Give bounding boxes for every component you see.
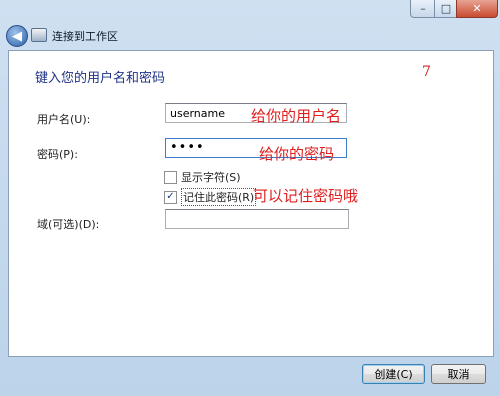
show-characters-label: 显示字符(S)	[181, 171, 241, 184]
back-button[interactable]: ◀	[6, 25, 28, 47]
annotation-password: 给你的密码	[259, 145, 335, 163]
minimize-button[interactable]: –	[410, 0, 436, 18]
remember-password-box[interactable]: ✓	[164, 190, 177, 204]
title-bar: – □ ✕	[0, 0, 500, 20]
annotation-step-number: 7	[422, 64, 431, 80]
cancel-button[interactable]: 取消	[431, 364, 486, 384]
annotation-username: 给你的用户名	[251, 107, 342, 125]
window-title: 连接到工作区	[52, 30, 118, 43]
username-label: 用户名(U):	[37, 113, 91, 126]
annotation-remember: 可以记住密码哦	[253, 187, 359, 205]
maximize-button[interactable]: □	[434, 0, 458, 18]
domain-label: 域(可选)(D):	[37, 218, 100, 231]
dialog-content: 键入您的用户名和密码 7 用户名(U): 给你的用户名 密码(P): 给你的密码…	[8, 50, 494, 357]
close-button[interactable]: ✕	[456, 0, 498, 18]
show-characters-checkbox[interactable]: 显示字符(S)	[164, 169, 241, 185]
domain-field[interactable]	[165, 209, 349, 229]
workplace-network-icon	[31, 28, 47, 42]
show-characters-box[interactable]	[164, 170, 177, 184]
page-title: 键入您的用户名和密码	[35, 71, 166, 86]
remember-password-label: 记住此密码(R)	[181, 188, 257, 206]
password-label: 密码(P):	[37, 148, 78, 161]
remember-password-checkbox[interactable]: ✓ 记住此密码(R)	[164, 188, 257, 206]
checkmark-icon: ✓	[166, 191, 175, 202]
window-frame: – □ ✕ ◀ 连接到工作区 键入您的用户名和密码 7 用户名(U): 给你的用…	[0, 0, 500, 396]
navigation-bar: ◀ 连接到工作区	[0, 22, 500, 50]
create-button[interactable]: 创建(C)	[362, 364, 425, 384]
